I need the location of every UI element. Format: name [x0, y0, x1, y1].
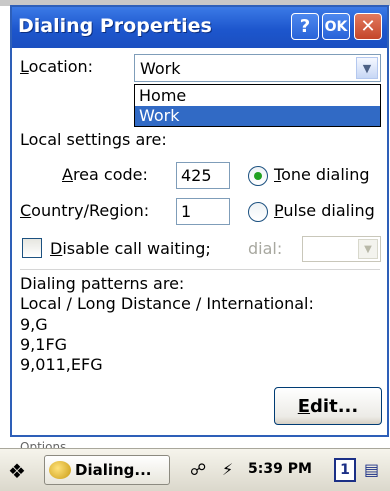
pulse-dialing-label[interactable]: Pulse dialing [274, 201, 375, 220]
network-icon[interactable]: ☍ [190, 460, 206, 479]
pattern-long-distance: 9,1FG [20, 335, 68, 354]
pulse-dialing-radio[interactable] [248, 202, 268, 222]
call-waiting-dial-combo: ▼ [302, 236, 381, 262]
input-panel-page-indicator[interactable]: 1 [334, 458, 356, 482]
help-button[interactable]: ? [291, 13, 319, 40]
tone-dialing-label[interactable]: Tone dialing [274, 165, 370, 184]
country-region-input[interactable]: 1 [176, 198, 230, 225]
dialog-title: Dialing Properties [18, 15, 212, 37]
clock[interactable]: 5:39 PM [248, 461, 312, 477]
country-region-label: Country/Region: [20, 201, 150, 220]
section-divider [20, 269, 380, 270]
windows-start-icon[interactable]: ❖ [8, 459, 26, 483]
disable-call-waiting-checkbox[interactable] [22, 238, 42, 258]
ok-button[interactable]: OK [322, 13, 350, 40]
location-label: Location: [20, 57, 94, 76]
keyboard-icon[interactable]: ▤ [364, 460, 379, 479]
dialing-properties-dialog: Dialing Properties ? OK ✕ Location: Work… [10, 5, 389, 437]
tone-dialing-radio[interactable] [248, 166, 268, 186]
dialing-patterns-subheading: Local / Long Distance / International: [20, 294, 314, 313]
chevron-down-icon: ▼ [358, 239, 378, 259]
pattern-local: 9,G [20, 315, 48, 334]
power-plug-icon[interactable]: ⚡ [222, 460, 233, 479]
edit-button[interactable]: Edit... [274, 387, 382, 425]
pattern-international: 9,011,EFG [20, 355, 103, 374]
dial-label: dial: [248, 239, 283, 258]
taskbar: ❖ Dialing... ☍ ⚡ 5:39 PM 1 ▤ [0, 448, 390, 491]
location-combo[interactable]: Work ▼ [134, 54, 381, 82]
radio-selected-dot [254, 172, 262, 180]
area-code-input[interactable]: 425 [176, 162, 230, 189]
location-value: Work [140, 59, 181, 78]
chevron-down-icon[interactable]: ▼ [356, 57, 378, 79]
location-dropdown-list: Home Work [134, 84, 381, 127]
dialing-patterns-heading: Dialing patterns are: [20, 274, 185, 293]
area-code-label: Area code: [62, 165, 148, 184]
dialing-app-icon [49, 461, 71, 479]
location-option-home[interactable]: Home [135, 86, 380, 106]
title-bar: Dialing Properties ? OK ✕ [12, 7, 387, 48]
disable-call-waiting-label[interactable]: Disable call waiting; [50, 239, 211, 258]
location-option-work[interactable]: Work [135, 106, 380, 126]
task-button-dialing[interactable]: Dialing... [44, 455, 170, 485]
task-button-label: Dialing... [75, 461, 152, 479]
local-settings-heading: Local settings are: [20, 130, 167, 149]
close-button[interactable]: ✕ [354, 13, 382, 40]
